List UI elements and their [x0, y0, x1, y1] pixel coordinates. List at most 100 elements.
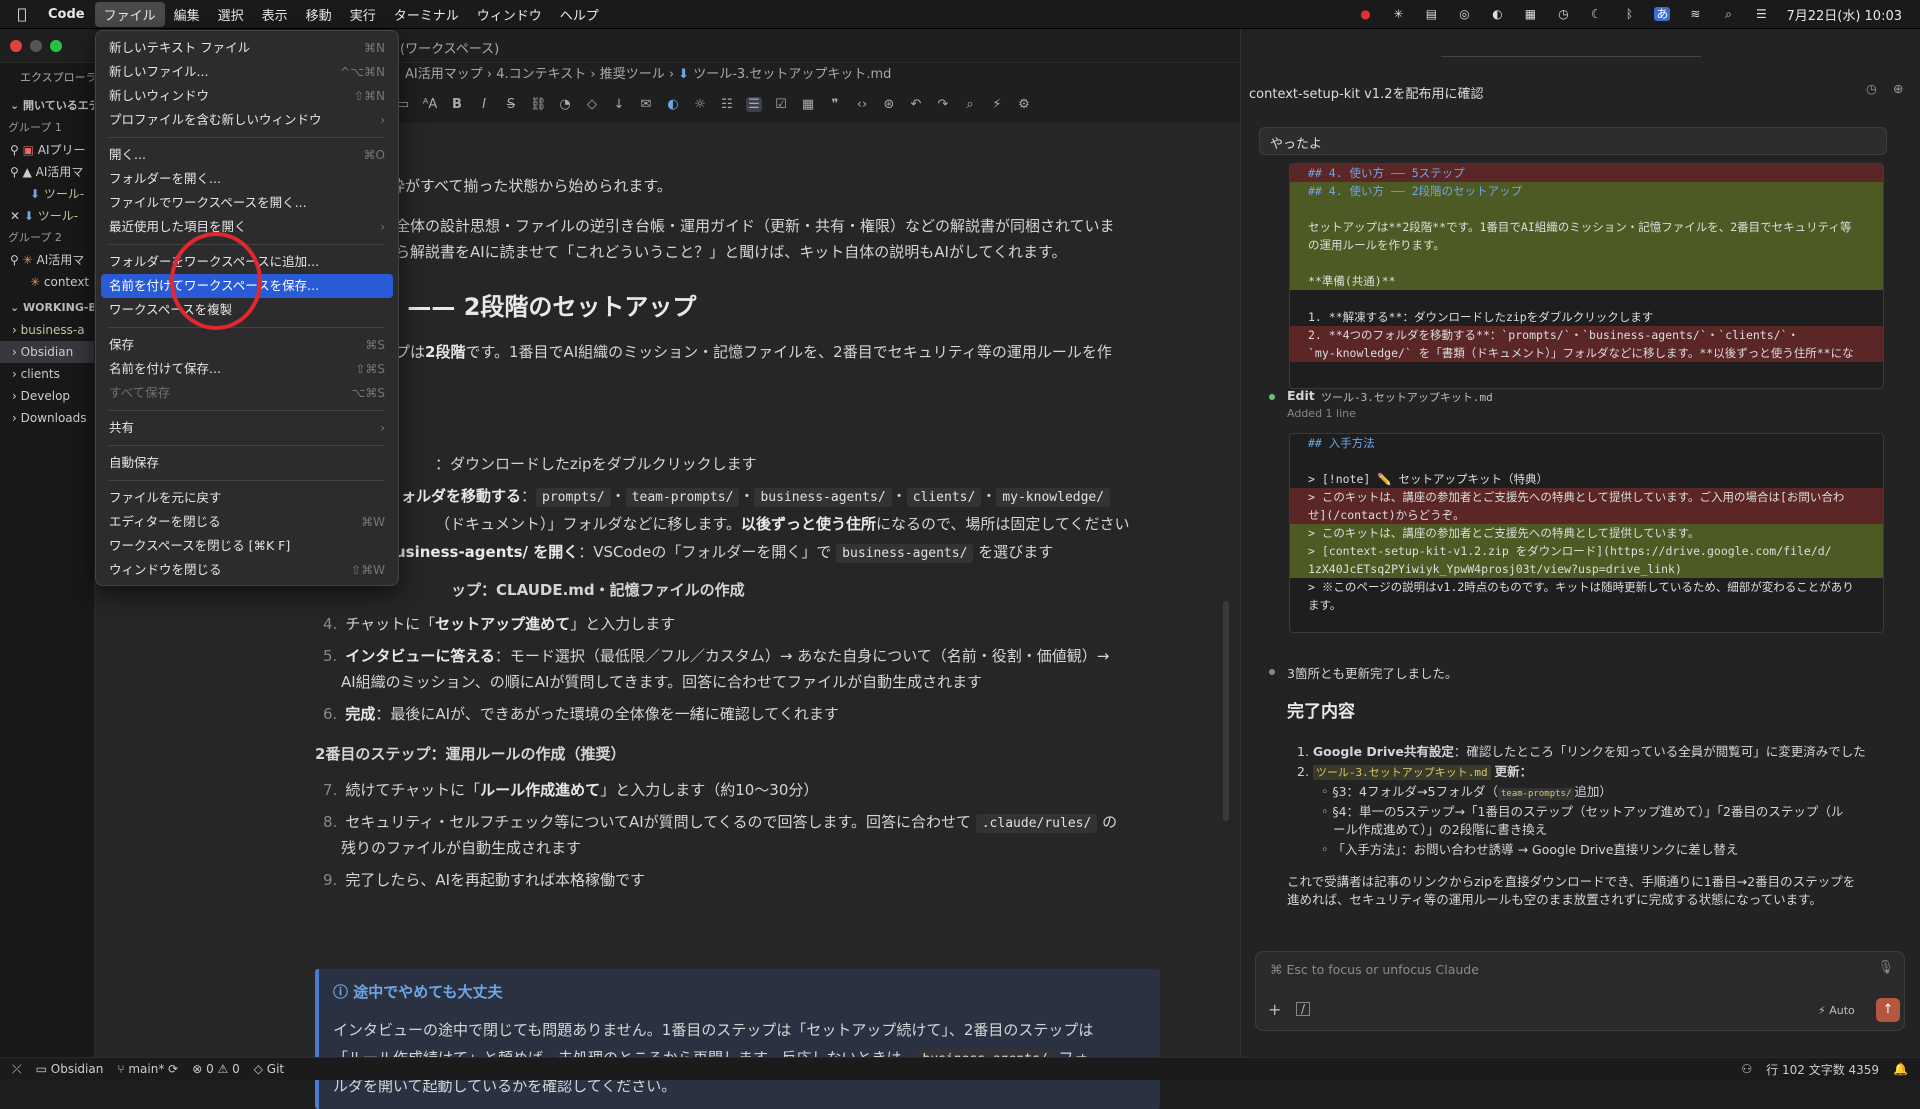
sun-icon[interactable]: ☼ — [692, 97, 708, 112]
chatgpt-icon[interactable]: ◎ — [1456, 7, 1472, 21]
history-icon[interactable]: ◷ — [1555, 7, 1571, 21]
file-menu-item[interactable]: エディターを閉じる ⌘W — [101, 510, 393, 534]
menu-selection[interactable]: 選択 — [209, 2, 253, 27]
bullet-list-icon[interactable]: ☷ — [719, 97, 735, 112]
close-window-icon[interactable] — [10, 40, 22, 52]
bold-icon[interactable]: B — [449, 97, 465, 112]
remote-icon[interactable]: ⤫ — [12, 1062, 22, 1077]
slash-command-icon[interactable]: / — [1296, 1002, 1310, 1016]
menu-edit[interactable]: 編集 — [165, 2, 209, 27]
record-icon[interactable]: ● — [1357, 7, 1373, 21]
file-menu-item[interactable]: 最近使用した項目を開く › — [101, 215, 393, 239]
italic-icon[interactable]: I — [476, 97, 492, 112]
menu-window[interactable]: ウィンドウ — [468, 2, 551, 27]
accounts-icon[interactable]: ⚇ — [1741, 1062, 1752, 1076]
font-size-icon[interactable]: ᴬA — [422, 97, 438, 112]
open-editors-header[interactable]: ⌄ 開いているエディター — [0, 95, 94, 117]
file-menu-item[interactable]: 新しいテキスト ファイル ⌘N — [101, 36, 393, 60]
file-menu-item[interactable]: プロファイルを含む新しいウィンドウ › — [101, 108, 393, 132]
file-menu-item[interactable]: 名前を付けて保存... ⇧⌘S — [101, 357, 393, 381]
ordered-list-icon[interactable]: ☰ — [746, 96, 762, 112]
undo-icon[interactable]: ↶ — [908, 97, 924, 112]
folder-item[interactable]: › clients — [0, 363, 94, 385]
grid-icon[interactable]: ▦ — [1522, 7, 1538, 21]
open-editor-item[interactable]: ⚲ ✳ AI活用マ — [0, 249, 94, 271]
theme-icon[interactable]: ◐ — [665, 97, 681, 112]
strikethrough-icon[interactable]: S — [503, 97, 519, 112]
open-editor-item[interactable]: ⚲ ▲ AI活用マ — [0, 161, 94, 183]
file-menu-item[interactable]: 自動保存 — [101, 451, 393, 475]
code-icon[interactable]: ‹› — [854, 97, 870, 112]
menu-terminal[interactable]: ターミナル — [385, 2, 468, 27]
folder-item[interactable]: › Develop — [0, 385, 94, 407]
folder-item[interactable]: › business-a — [0, 319, 94, 341]
file-menu-item[interactable]: ワークスペースを閉じる [⌘K F] — [101, 534, 393, 558]
task-list-icon[interactable]: ☑ — [773, 97, 789, 112]
sparkle-icon[interactable]: ✳ — [1390, 7, 1406, 21]
menu-run[interactable]: 実行 — [341, 2, 385, 27]
breadcrumb-item[interactable]: AI活用マップ — [405, 67, 483, 82]
link-icon[interactable]: ⛓ — [530, 97, 547, 112]
auto-mode-toggle[interactable]: ⚡ Auto — [1818, 1004, 1855, 1017]
folder-item[interactable]: › Downloads — [0, 407, 94, 429]
control-center-icon[interactable]: ☰ — [1753, 7, 1769, 21]
chat-input-box[interactable]: ⌘ Esc to focus or unfocus Claude 🎙 + / ⚡… — [1255, 951, 1905, 1031]
problems-indicator[interactable]: ⊗ 0 ⚠ 0 — [192, 1062, 240, 1076]
file-menu-item[interactable]: 新しいファイル... ^⌥⌘N — [101, 60, 393, 84]
open-editor-item[interactable]: ⚲ ▣ AIプリー — [0, 139, 94, 161]
apple-icon[interactable]:  — [0, 5, 44, 23]
file-menu-item[interactable]: ウィンドウを閉じる ⇧⌘W — [101, 558, 393, 582]
menu-help[interactable]: ヘルプ — [551, 2, 608, 27]
settings-icon[interactable]: ⚙ — [1016, 97, 1032, 112]
embed-icon[interactable]: ⊛ — [881, 97, 897, 112]
highlight-icon[interactable]: ◇ — [584, 97, 600, 112]
branch-indicator[interactable]: ⑂ main* ⟳ — [117, 1062, 178, 1076]
history-icon[interactable]: ◷ — [1866, 81, 1877, 96]
redo-icon[interactable]: ↷ — [935, 97, 951, 112]
repo-indicator[interactable]: ▭ Obsidian — [36, 1062, 104, 1076]
sync-icon[interactable]: ◐ — [1489, 7, 1505, 21]
menu-file[interactable]: ファイル — [94, 1, 165, 27]
mail-icon[interactable]: ✉ — [638, 97, 654, 112]
menubar-clock[interactable]: 7月22日(水) 10:03 — [1786, 5, 1902, 24]
folder-item[interactable]: › Obsidian — [0, 341, 94, 363]
workspace-header[interactable]: ⌄ WORKING-BA — [0, 297, 94, 319]
file-menu-item[interactable]: 開く... ⌘O — [101, 143, 393, 167]
breadcrumb-item[interactable]: 4.コンテキスト — [496, 67, 586, 82]
file-menu-item[interactable]: フォルダーを開く... — [101, 167, 393, 191]
new-chat-icon[interactable]: ⊕ — [1893, 81, 1903, 96]
wifi-icon[interactable]: ≋ — [1687, 7, 1703, 21]
notification-icon[interactable]: 🔔 — [1893, 1062, 1908, 1076]
file-menu-item[interactable]: ファイルでワークスペースを開く... — [101, 191, 393, 215]
app-name[interactable]: Code — [48, 7, 85, 22]
cursor-position[interactable]: 行 102 文字数 4359 — [1766, 1061, 1879, 1078]
bluetooth-icon[interactable]: ᛒ — [1621, 7, 1637, 21]
editor-scrollbar[interactable] — [1223, 601, 1229, 821]
open-editor-item[interactable]: ✕ ⬇ ツール- — [0, 205, 94, 227]
magic-icon[interactable]: ⚡ — [989, 97, 1005, 112]
microphone-icon[interactable]: 🎙 — [1877, 960, 1894, 975]
git-indicator[interactable]: ◇ Git — [254, 1062, 284, 1076]
open-editor-item[interactable]: ⬇ ツール- — [0, 183, 94, 205]
quote-icon[interactable]: ❞ — [827, 97, 843, 112]
menu-view[interactable]: 表示 — [253, 2, 297, 27]
breadcrumb-item[interactable]: ツール-3.セットアップキット.md — [693, 67, 891, 82]
clipboard-icon[interactable]: ▤ — [1423, 7, 1439, 21]
spotlight-icon[interactable]: ⌕ — [1720, 7, 1736, 21]
input-method-icon[interactable]: あ — [1654, 7, 1671, 21]
zoom-window-icon[interactable] — [50, 40, 62, 52]
minimize-window-icon[interactable] — [30, 40, 42, 52]
file-menu-item[interactable]: 保存 ⌘S — [101, 333, 393, 357]
open-editor-item[interactable]: ✳ context — [0, 271, 94, 293]
moon-icon[interactable]: ☾ — [1588, 7, 1604, 21]
add-attachment-icon[interactable]: + — [1268, 1000, 1281, 1019]
palette-icon[interactable]: ◔ — [557, 97, 573, 112]
file-menu-item[interactable]: 共有 › — [101, 416, 393, 440]
chat-input-placeholder[interactable]: ⌘ Esc to focus or unfocus Claude — [1270, 962, 1479, 977]
menu-go[interactable]: 移動 — [297, 2, 341, 27]
table-icon[interactable]: ▦ — [800, 97, 816, 112]
file-menu-item[interactable]: ファイルを元に戻す — [101, 486, 393, 510]
file-menu-item[interactable]: 新しいウィンドウ ⇧⌘N — [101, 84, 393, 108]
breadcrumb-item[interactable]: 推奨ツール — [600, 67, 665, 82]
send-button[interactable]: ↑ — [1876, 998, 1900, 1022]
